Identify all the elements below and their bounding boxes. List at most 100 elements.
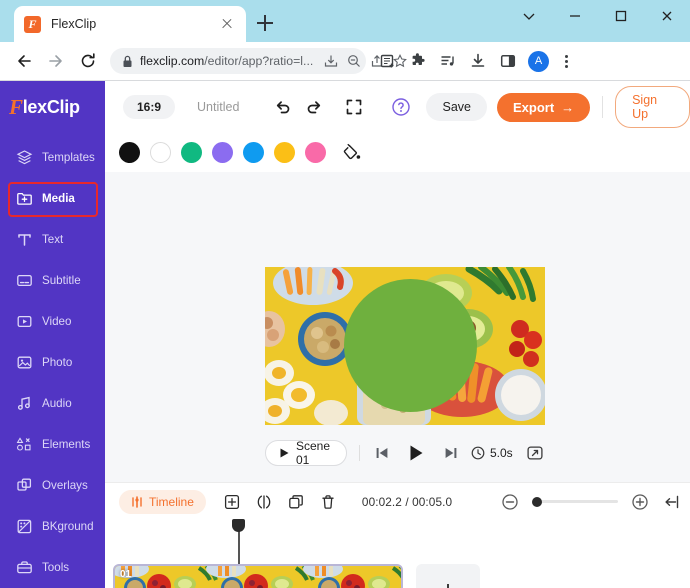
sidebar-item-audio[interactable]: Audio — [0, 383, 105, 424]
export-button[interactable]: Export → — [496, 92, 591, 122]
trash-icon[interactable] — [312, 486, 344, 518]
new-tab-button[interactable] — [252, 10, 278, 36]
sidebar-item-templates[interactable]: Templates — [0, 137, 105, 178]
clip-index-label: 01 — [120, 569, 132, 580]
avatar[interactable]: A — [528, 50, 549, 72]
scene-selector[interactable]: Scene 01 — [264, 439, 348, 467]
lock-icon — [122, 55, 133, 68]
color-swatch-black[interactable] — [119, 142, 140, 163]
sidebar-item-tools[interactable]: Tools — [0, 547, 105, 588]
logo-wordmark: lexClip — [22, 96, 80, 117]
browser-tab-flexclip[interactable]: F FlexClip — [14, 6, 246, 42]
timeline-tab[interactable]: Timeline — [119, 489, 206, 514]
skip-next-icon[interactable] — [441, 440, 461, 466]
timeline-toolbar: Timeline 00:02.2 / 00:05.0 — [105, 482, 690, 520]
close-icon[interactable] — [218, 15, 236, 33]
browser-extension-icons: A — [374, 47, 577, 75]
color-swatch-white[interactable] — [150, 142, 171, 163]
preview-playback-controls: Scene 01 5.0s — [264, 437, 545, 469]
clock-icon — [471, 446, 485, 460]
export-label: Export — [512, 99, 555, 115]
install-icon[interactable] — [320, 50, 342, 72]
zoom-slider[interactable] — [532, 496, 618, 507]
question-help-icon[interactable] — [385, 90, 416, 124]
sidebar-item-text[interactable]: Text — [0, 219, 105, 260]
flexclip-editor: FlexClip Templates Media Text Subtitle V… — [0, 81, 690, 588]
sidebar-item-subtitle[interactable]: Subtitle — [0, 260, 105, 301]
extensions-puzzle-icon[interactable] — [404, 47, 432, 75]
minimize-icon[interactable] — [552, 0, 598, 32]
color-swatch-purple[interactable] — [212, 142, 233, 163]
aspect-ratio-button[interactable]: 16:9 — [123, 95, 176, 119]
fit-timeline-icon[interactable] — [656, 486, 688, 518]
color-swatch-blue[interactable] — [243, 142, 264, 163]
split-clip-icon[interactable] — [248, 486, 280, 518]
browser-window: F FlexClip flexclip.com/editor/app?ratio… — [0, 0, 690, 588]
kebab-menu-icon[interactable] — [555, 47, 577, 75]
flexclip-logo[interactable]: FlexClip — [0, 81, 105, 133]
video-preview-canvas[interactable] — [265, 267, 545, 425]
sidebar-item-label: BKground — [42, 520, 94, 533]
preview-stage: Scene 01 5.0s — [105, 172, 690, 482]
sidebar-item-label: Overlays — [42, 479, 88, 492]
color-swatch-yellow[interactable] — [274, 142, 295, 163]
color-swatch-green[interactable] — [181, 142, 202, 163]
toolbar-divider — [602, 96, 604, 118]
duration-label: 5.0s — [489, 446, 513, 460]
reload-icon[interactable] — [72, 45, 104, 77]
side-panel-icon[interactable] — [494, 47, 522, 75]
zoom-out-circle-icon[interactable] — [494, 486, 526, 518]
editor-top-toolbar: 16:9 Untitled Save Export → Sign Up — [105, 81, 690, 133]
project-name-input[interactable]: Untitled — [197, 100, 239, 114]
undo-arrow-icon[interactable] — [267, 90, 298, 124]
maximize-icon[interactable] — [598, 0, 644, 32]
media-queue-icon[interactable] — [434, 47, 462, 75]
sidebar-item-label: Photo — [42, 356, 73, 369]
sidebar-item-media[interactable]: Media — [0, 178, 105, 219]
background-icon — [16, 518, 33, 535]
sidebar-item-video[interactable]: Video — [0, 301, 105, 342]
timeline-tab-label: Timeline — [149, 494, 194, 509]
add-scene-button[interactable] — [416, 564, 480, 588]
skip-previous-icon[interactable] — [372, 440, 392, 466]
green-circle-overlay[interactable] — [344, 279, 477, 412]
editor-sidebar: FlexClip Templates Media Text Subtitle V… — [0, 81, 105, 588]
playhead-handle[interactable] — [232, 519, 245, 532]
duration-display[interactable]: 5.0s — [471, 446, 513, 460]
forward-arrow-icon[interactable] — [40, 45, 72, 77]
arrow-right-icon: → — [561, 99, 575, 115]
back-arrow-icon[interactable] — [8, 45, 40, 77]
shapes-elements-icon — [16, 436, 33, 453]
downloads-icon[interactable] — [464, 47, 492, 75]
sidebar-item-elements[interactable]: Elements — [0, 424, 105, 465]
timeline-clip-01[interactable]: 01 — [113, 564, 403, 588]
color-swatch-pink[interactable] — [305, 142, 326, 163]
add-square-icon[interactable] — [216, 486, 248, 518]
sign-up-button[interactable]: Sign Up — [615, 86, 690, 128]
redo-arrow-icon[interactable] — [299, 90, 330, 124]
save-button[interactable]: Save — [426, 93, 487, 121]
zoom-out-icon[interactable] — [343, 50, 365, 72]
chevron-down-icon[interactable] — [506, 0, 552, 32]
fullscreen-expand-icon[interactable] — [338, 90, 369, 124]
reading-list-icon[interactable] — [374, 47, 402, 75]
controls-divider — [359, 445, 360, 461]
play-triangle-icon — [280, 448, 289, 458]
url-text: flexclip.com/editor/app?ratio=l... — [140, 54, 314, 68]
zoom-in-circle-icon[interactable] — [624, 486, 656, 518]
browser-toolbar: flexclip.com/editor/app?ratio=l... A — [0, 42, 690, 80]
fit-screen-icon[interactable] — [525, 440, 545, 466]
media-folder-plus-icon — [16, 190, 33, 207]
sidebar-item-overlays[interactable]: Overlays — [0, 465, 105, 506]
video-play-icon — [16, 313, 33, 330]
zoom-slider-handle[interactable] — [532, 496, 542, 507]
sidebar-item-bkground[interactable]: BKground — [0, 506, 105, 547]
address-bar[interactable]: flexclip.com/editor/app?ratio=l... — [110, 48, 408, 74]
flexclip-favicon: F — [24, 15, 41, 33]
sidebar-nav: Templates Media Text Subtitle Video Phot… — [0, 133, 105, 588]
paint-bucket-icon[interactable] — [340, 142, 362, 164]
sidebar-item-photo[interactable]: Photo — [0, 342, 105, 383]
window-close-icon[interactable] — [644, 0, 690, 32]
play-icon[interactable] — [406, 440, 426, 466]
duplicate-icon[interactable] — [280, 486, 312, 518]
